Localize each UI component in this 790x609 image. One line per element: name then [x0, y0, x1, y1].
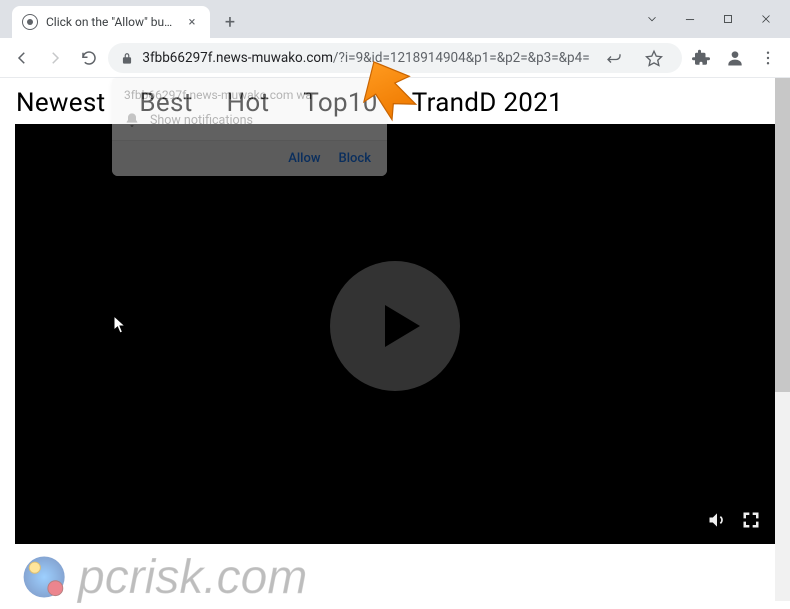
share-button[interactable] [598, 42, 630, 74]
watermark: pcrisk.com [18, 549, 307, 605]
tab-search-button[interactable] [642, 9, 662, 29]
play-icon [371, 298, 427, 354]
scrollbar-track[interactable] [775, 78, 790, 601]
url-path: /?i=9&id=1218914904&p1=&p2=&p3=&p4= [333, 50, 590, 66]
watermark-logo-icon [18, 549, 74, 605]
url-text: 3fbb66297f.news-muwako.com/?i=9&id=12189… [142, 50, 589, 66]
forward-button[interactable] [41, 42, 68, 74]
new-tab-button[interactable]: + [216, 8, 244, 36]
tab-strip: Click on the "Allow" button to pla × + [8, 0, 244, 38]
bell-icon [124, 112, 140, 128]
browser-toolbar: 3fbb66297f.news-muwako.com/?i=9&id=12189… [0, 38, 790, 78]
video-controls [707, 510, 761, 534]
maximize-button[interactable] [718, 9, 738, 29]
close-window-button[interactable] [756, 9, 776, 29]
back-button[interactable] [8, 42, 35, 74]
profile-button[interactable] [721, 42, 748, 74]
nav-newest[interactable]: Newest [16, 88, 105, 118]
bookmark-button[interactable] [638, 42, 670, 74]
nav-trand[interactable]: TrandD 2021 [412, 88, 563, 118]
volume-button[interactable] [707, 510, 727, 534]
scrollbar-thumb[interactable] [775, 78, 790, 392]
close-tab-icon[interactable]: × [184, 14, 200, 30]
block-button[interactable]: Block [339, 151, 371, 166]
notification-message: Show notifications [150, 113, 253, 128]
minimize-button[interactable] [680, 9, 700, 29]
menu-button[interactable] [755, 42, 782, 74]
globe-icon [22, 14, 38, 30]
notification-prompt: 3fbb66297f.news-muwako.com wa Show notif… [112, 78, 387, 176]
notification-origin: 3fbb66297f.news-muwako.com wa [112, 78, 387, 108]
fullscreen-button[interactable] [741, 510, 761, 534]
window-controls [632, 0, 786, 38]
watermark-text: pcrisk.com [78, 550, 307, 605]
reload-button[interactable] [75, 42, 102, 74]
address-bar[interactable]: 3fbb66297f.news-muwako.com/?i=9&id=12189… [108, 43, 681, 73]
lock-icon [120, 51, 134, 65]
notification-actions: Allow Block [112, 140, 387, 176]
url-host: 3fbb66297f.news-muwako.com [142, 50, 333, 66]
video-player [15, 124, 775, 544]
tab-title: Click on the "Allow" button to pla [46, 15, 176, 29]
extensions-button[interactable] [688, 42, 715, 74]
browser-tab[interactable]: Click on the "Allow" button to pla × [12, 6, 210, 38]
browser-titlebar: Click on the "Allow" button to pla × + [0, 0, 790, 38]
allow-button[interactable]: Allow [288, 151, 320, 166]
play-button[interactable] [330, 261, 460, 391]
